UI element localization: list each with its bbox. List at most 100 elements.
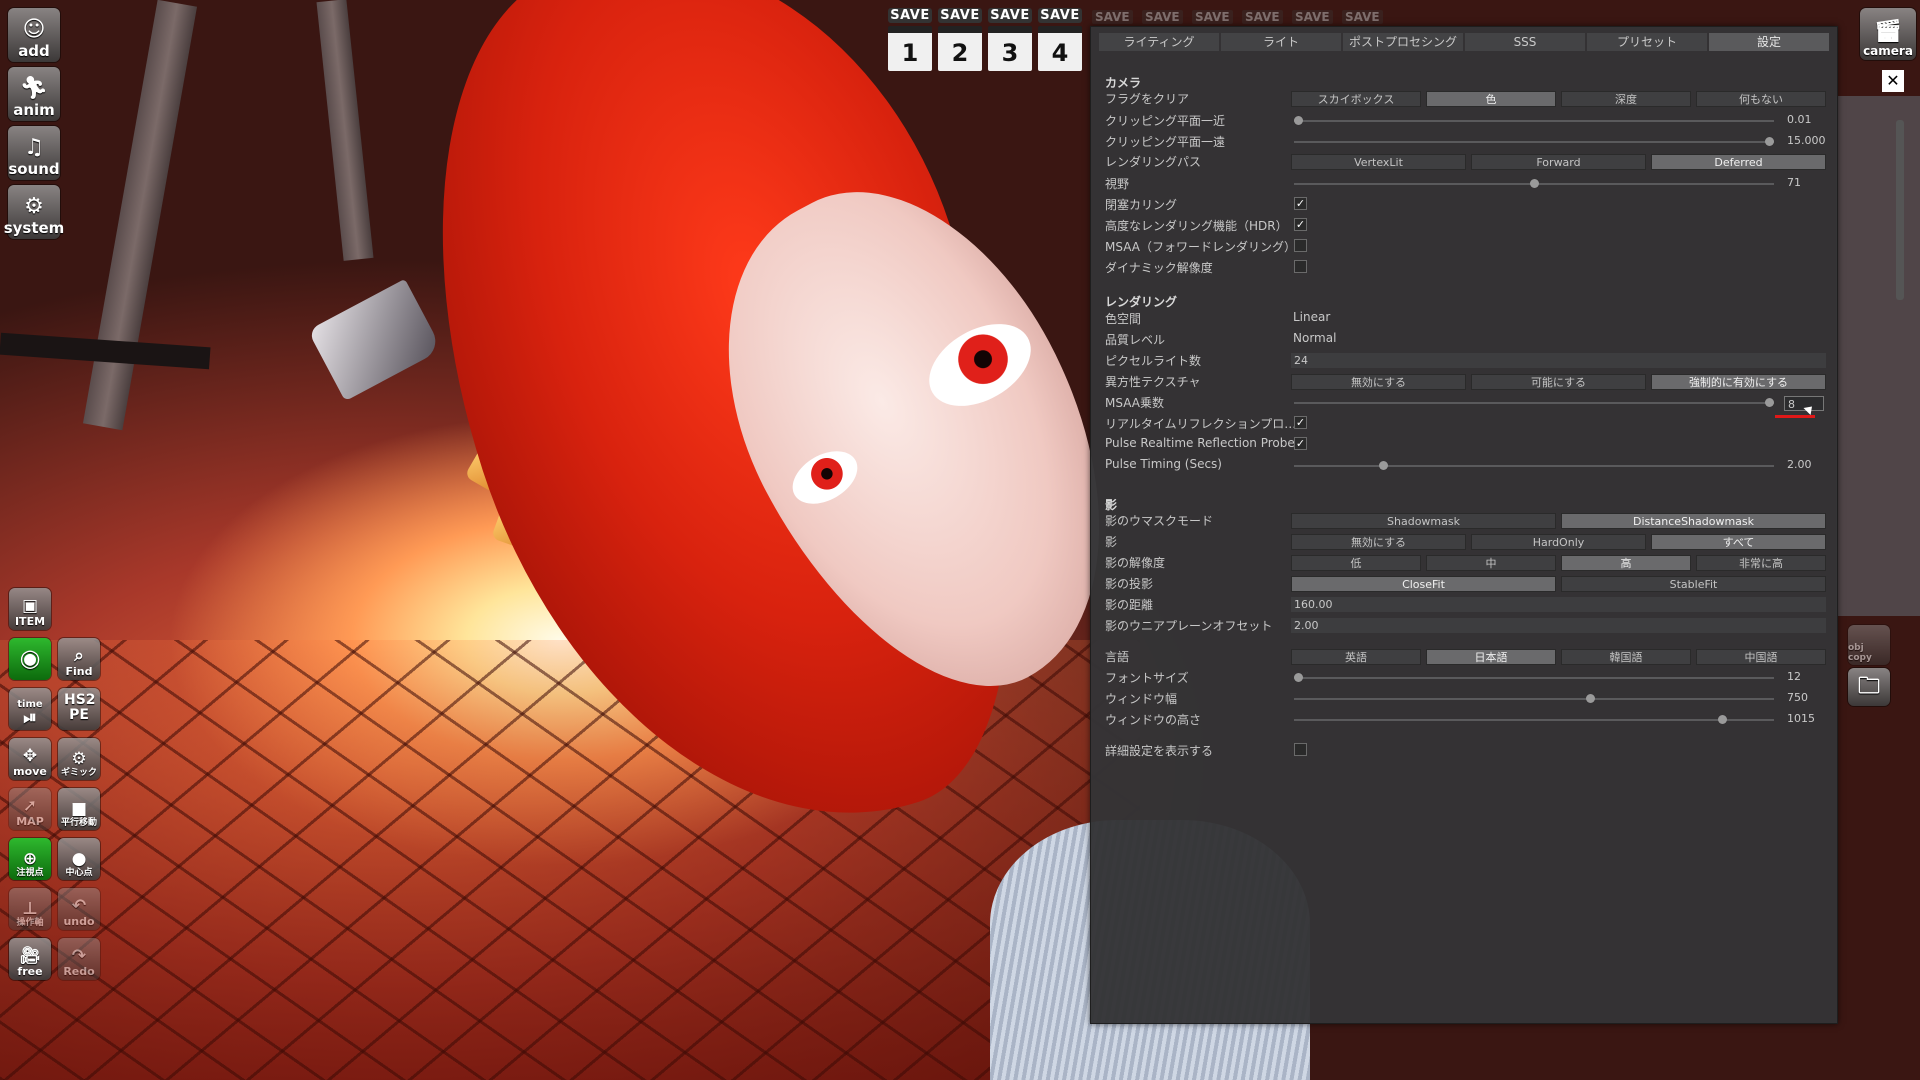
font-size-value[interactable]: 12 (1787, 670, 1801, 684)
clear-flags-color[interactable]: 色 (1426, 91, 1556, 107)
aniso-enable[interactable]: 可能にする (1471, 374, 1646, 390)
clip-far-slider[interactable] (1294, 137, 1774, 146)
anim-button[interactable]: 🏃︎ anim (8, 67, 60, 121)
advanced-checkbox[interactable] (1294, 743, 1307, 756)
save-slot-3[interactable]: SAVE 3 (988, 8, 1032, 71)
system-button[interactable]: ⚙ system (4, 185, 64, 239)
shadow-projection-closefit[interactable]: CloseFit (1291, 576, 1556, 592)
shadow-mask-distance[interactable]: DistanceShadowmask (1561, 513, 1826, 529)
save-slot-ghost[interactable]: SAVE (1342, 10, 1383, 24)
window-width-value[interactable]: 750 (1787, 691, 1808, 705)
aniso-force[interactable]: 強制的に有効にする (1651, 374, 1826, 390)
shadow-distance-input[interactable]: 160.00 (1291, 597, 1826, 612)
clip-far-value[interactable]: 15.000 (1787, 134, 1826, 148)
move-button[interactable]: ✥ move (9, 738, 51, 780)
occlusion-checkbox[interactable]: ✓ (1294, 197, 1307, 210)
close-icon[interactable]: ✕ (1882, 70, 1904, 92)
dynamic-res-checkbox[interactable] (1294, 260, 1307, 273)
center-point-button[interactable]: ● 中心点 (58, 838, 100, 880)
slider-knob[interactable] (1294, 673, 1303, 682)
tab-preset[interactable]: プリセット (1587, 33, 1707, 51)
clear-flags-nothing[interactable]: 何もない (1696, 91, 1826, 107)
fov-slider[interactable] (1294, 179, 1774, 188)
msaa-mult-slider[interactable] (1294, 398, 1774, 407)
language-korean[interactable]: 韓国語 (1561, 649, 1691, 665)
slider-knob[interactable] (1378, 461, 1388, 470)
camera-toggle-button[interactable]: ◉ (9, 638, 51, 680)
obj-copy-button[interactable]: obj copy (1848, 625, 1890, 665)
save-slot-ghost[interactable]: SAVE (1292, 10, 1333, 24)
tab-postprocessing[interactable]: ポストプロセシング (1343, 33, 1463, 51)
slider-knob[interactable] (1717, 715, 1727, 724)
shadow-res-low[interactable]: 低 (1291, 555, 1421, 571)
time-button[interactable]: time ⏯ (9, 688, 51, 730)
pulse-timing-value[interactable]: 2.00 (1787, 458, 1812, 472)
redo-button[interactable]: ↷ Redo (58, 938, 100, 980)
pulse-probes-checkbox[interactable]: ✓ (1294, 437, 1307, 450)
clip-near-slider[interactable] (1294, 116, 1774, 125)
save-slot-ghost[interactable]: SAVE (1092, 10, 1133, 24)
settings-tabs: ライティング ライト ポストプロセシング SSS プリセット 設定 (1099, 33, 1829, 51)
save-slot-2[interactable]: SAVE 2 (938, 8, 982, 71)
hs2pe-button[interactable]: HS2 PE (58, 688, 100, 730)
folder-button[interactable]: 🗀 (1848, 668, 1890, 706)
sound-button[interactable]: ♫ sound (8, 126, 60, 180)
render-path-vertexlit[interactable]: VertexLit (1291, 154, 1466, 170)
shadow-projection-stablefit[interactable]: StableFit (1561, 576, 1826, 592)
render-path-deferred[interactable]: Deferred (1651, 154, 1826, 170)
save-slot-ghost[interactable]: SAVE (1142, 10, 1183, 24)
fov-value[interactable]: 71 (1787, 176, 1801, 190)
find-button[interactable]: ⌕ Find (58, 638, 100, 680)
shadow-res-high[interactable]: 高 (1561, 555, 1691, 571)
tab-settings[interactable]: 設定 (1709, 33, 1829, 51)
shadow-res-medium[interactable]: 中 (1426, 555, 1556, 571)
font-size-slider[interactable] (1294, 673, 1774, 682)
tab-sss[interactable]: SSS (1465, 33, 1585, 51)
shadows-hardonly[interactable]: HardOnly (1471, 534, 1646, 550)
map-button[interactable]: ➚ MAP (9, 788, 51, 830)
language-chinese[interactable]: 中国語 (1696, 649, 1826, 665)
render-path-forward[interactable]: Forward (1471, 154, 1646, 170)
realtime-reflect-checkbox[interactable]: ✓ (1294, 416, 1307, 429)
shadow-mask-shadowmask[interactable]: Shadowmask (1291, 513, 1556, 529)
shadow-res-veryhigh[interactable]: 非常に高 (1696, 555, 1826, 571)
tab-light[interactable]: ライト (1221, 33, 1341, 51)
slider-knob[interactable] (1586, 694, 1596, 703)
hdr-checkbox[interactable]: ✓ (1294, 218, 1307, 231)
workspace-scrollbar[interactable] (1896, 120, 1904, 300)
clear-flags-skybox[interactable]: スカイボックス (1291, 91, 1421, 107)
slider-knob[interactable] (1294, 116, 1303, 125)
shadow-near-plane-input[interactable]: 2.00 (1291, 618, 1826, 633)
save-slot-4[interactable]: SAVE 4 (1038, 8, 1082, 71)
slider-knob[interactable] (1529, 179, 1539, 188)
language-japanese[interactable]: 日本語 (1426, 649, 1556, 665)
window-height-value[interactable]: 1015 (1787, 712, 1815, 726)
msaa-checkbox[interactable] (1294, 239, 1307, 252)
pulse-timing-slider[interactable] (1294, 461, 1774, 470)
save-slot-1[interactable]: SAVE 1 (888, 8, 932, 71)
gimmick-button[interactable]: ⚙ ギミック (58, 738, 100, 780)
language-english[interactable]: 英語 (1291, 649, 1421, 665)
free-camera-button[interactable]: 🎥︎ free (9, 938, 51, 980)
item-button[interactable]: ▣ ITEM (9, 588, 51, 630)
translate-button[interactable]: ■ 平行移動 (58, 788, 100, 830)
undo-button[interactable]: ↶ undo (58, 888, 100, 930)
clip-near-value[interactable]: 0.01 (1787, 113, 1812, 127)
axis-button[interactable]: ⊥ 操作軸 (9, 888, 51, 930)
tab-lighting[interactable]: ライティング (1099, 33, 1219, 51)
save-slot-ghost[interactable]: SAVE (1242, 10, 1283, 24)
slider-knob[interactable] (1765, 137, 1774, 146)
focus-point-button[interactable]: ⊕ 注視点 (9, 838, 51, 880)
add-button[interactable]: ☺ add (8, 8, 60, 62)
shadows-all[interactable]: すべて (1651, 534, 1826, 550)
workspace-panel[interactable] (1836, 96, 1920, 616)
slider-knob[interactable] (1765, 398, 1774, 407)
pixel-lights-input[interactable]: 24 (1291, 353, 1826, 368)
window-height-slider[interactable] (1294, 715, 1774, 724)
save-slot-ghost[interactable]: SAVE (1192, 10, 1233, 24)
window-width-slider[interactable] (1294, 694, 1774, 703)
clear-flags-depth[interactable]: 深度 (1561, 91, 1691, 107)
camera-button[interactable]: 🎬︎ camera (1860, 8, 1916, 60)
aniso-disable[interactable]: 無効にする (1291, 374, 1466, 390)
shadows-disable[interactable]: 無効にする (1291, 534, 1466, 550)
